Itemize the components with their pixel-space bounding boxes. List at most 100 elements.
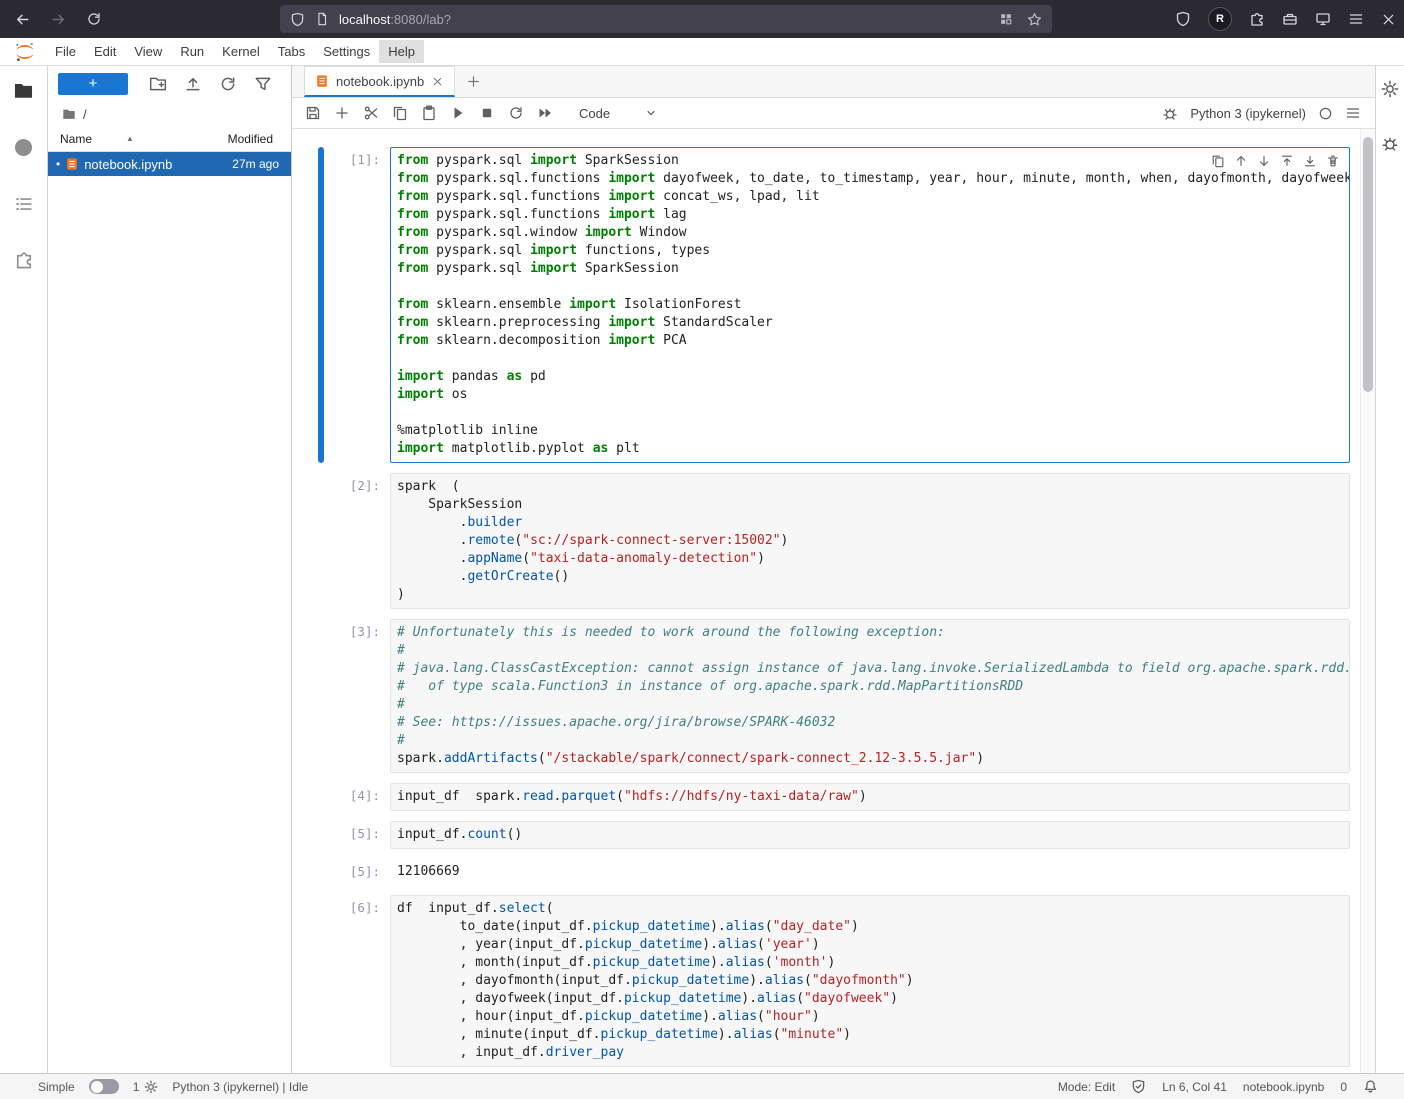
close-icon[interactable] bbox=[1381, 12, 1396, 27]
table-of-contents-icon[interactable] bbox=[14, 194, 34, 219]
notebook-file-icon bbox=[65, 157, 79, 171]
browser-toolbar: localhost:8080/lab? R bbox=[0, 0, 1404, 38]
kernel-status-text[interactable]: Python 3 (ipykernel) | Idle bbox=[172, 1080, 308, 1094]
cell-editor[interactable]: input_df spark.read.parquet("hdfs://hdfs… bbox=[390, 783, 1350, 811]
monitor-icon[interactable] bbox=[1315, 11, 1331, 27]
filter-icon[interactable] bbox=[254, 75, 272, 93]
run-icon[interactable] bbox=[443, 100, 472, 126]
code-cell: [4]:input_df spark.read.parquet("hdfs://… bbox=[318, 783, 1350, 811]
output-cell: [5]:12106669 bbox=[318, 859, 1350, 885]
menu-view[interactable]: View bbox=[125, 40, 171, 63]
breadcrumb[interactable]: / bbox=[83, 107, 87, 122]
new-tab-icon[interactable] bbox=[459, 66, 487, 97]
simple-mode-toggle[interactable] bbox=[89, 1079, 119, 1094]
menu-icon[interactable] bbox=[1348, 11, 1364, 27]
debugger-sidebar-bug-icon[interactable] bbox=[1381, 134, 1399, 157]
menu-settings[interactable]: Settings bbox=[314, 40, 379, 63]
cell-editor[interactable]: input_df.count() bbox=[390, 821, 1350, 849]
output-prompt: [5]: bbox=[334, 859, 390, 885]
extension-manager-icon[interactable] bbox=[14, 250, 34, 275]
new-launcher-button[interactable]: + bbox=[58, 73, 128, 95]
property-inspector-gear-icon[interactable] bbox=[1381, 80, 1399, 103]
extensions-puzzle-icon[interactable] bbox=[1249, 11, 1265, 27]
kernel-name[interactable]: Python 3 (ipykernel) bbox=[1190, 106, 1306, 121]
paste-icon[interactable] bbox=[414, 100, 443, 126]
cell-collapser[interactable] bbox=[318, 619, 324, 773]
duplicate-cell-icon[interactable] bbox=[1208, 151, 1228, 171]
command-mode-indicator: Mode: Edit bbox=[1058, 1080, 1115, 1094]
restart-kernel-icon[interactable] bbox=[501, 100, 530, 126]
file-browser-tab-icon[interactable] bbox=[13, 80, 34, 106]
menu-help[interactable]: Help bbox=[379, 40, 424, 63]
cell-editor[interactable]: spark ( SparkSession .builder .remote("s… bbox=[390, 473, 1350, 609]
move-cell-down-icon[interactable] bbox=[1254, 151, 1274, 171]
grid-icon[interactable] bbox=[999, 12, 1013, 26]
menu-tabs[interactable]: Tabs bbox=[269, 40, 314, 63]
copy-icon[interactable] bbox=[385, 100, 414, 126]
bookmark-star-icon[interactable] bbox=[1027, 12, 1042, 27]
tab-close-icon[interactable] bbox=[431, 75, 444, 88]
menu-file[interactable]: File bbox=[46, 40, 85, 63]
delete-cell-icon[interactable] bbox=[1323, 151, 1343, 171]
stop-icon[interactable] bbox=[472, 100, 501, 126]
address-bar[interactable]: localhost:8080/lab? bbox=[280, 5, 1052, 33]
toolbox-icon[interactable] bbox=[1282, 11, 1298, 27]
notebook-toolbar: Code Python 3 (ipykernel) bbox=[292, 98, 1375, 129]
cell-collapser[interactable] bbox=[318, 783, 324, 811]
cell-editor[interactable]: df input_df.select( to_date(input_df.pic… bbox=[390, 895, 1350, 1067]
save-icon[interactable] bbox=[298, 100, 327, 126]
panel-menu-icon[interactable] bbox=[1345, 105, 1361, 121]
menu-run[interactable]: Run bbox=[171, 40, 213, 63]
cut-icon[interactable] bbox=[356, 100, 385, 126]
bell-icon[interactable] bbox=[1363, 1079, 1378, 1094]
code-cell: [3]:# Unfortunately this is needed to wo… bbox=[318, 619, 1350, 773]
column-header-modified[interactable]: Modified bbox=[228, 132, 279, 146]
insert-cell-above-icon[interactable] bbox=[1277, 151, 1297, 171]
refresh-icon[interactable] bbox=[219, 75, 237, 93]
reload-icon[interactable] bbox=[84, 9, 104, 29]
input-prompt: [3]: bbox=[334, 619, 390, 773]
cell-type-dropdown[interactable]: Code bbox=[573, 101, 663, 125]
column-header-name[interactable]: Name bbox=[60, 132, 92, 146]
sort-caret-icon: ▲ bbox=[126, 134, 134, 143]
right-sidebar-strip bbox=[1375, 66, 1404, 1073]
forward-icon[interactable] bbox=[48, 9, 68, 29]
dock-tabbar: notebook.ipynb bbox=[292, 66, 1375, 98]
cell-toolbar bbox=[1208, 151, 1343, 171]
cell-collapser[interactable] bbox=[318, 895, 324, 1067]
upload-icon[interactable] bbox=[184, 75, 202, 93]
cell-collapser[interactable] bbox=[318, 473, 324, 609]
jupyter-logo-icon bbox=[14, 41, 36, 63]
trust-shield-icon[interactable] bbox=[1131, 1079, 1146, 1094]
cursor-position[interactable]: Ln 6, Col 41 bbox=[1162, 1080, 1227, 1094]
move-cell-up-icon[interactable] bbox=[1231, 151, 1251, 171]
debugger-bug-icon[interactable] bbox=[1162, 105, 1178, 121]
shield-icon[interactable] bbox=[1175, 11, 1191, 27]
input-prompt: [2]: bbox=[334, 473, 390, 609]
back-icon[interactable] bbox=[12, 9, 32, 29]
cell-collapser[interactable] bbox=[318, 147, 324, 463]
running-kernels-icon[interactable] bbox=[13, 137, 34, 163]
notebook-scrollbar[interactable] bbox=[1360, 129, 1375, 1073]
kernel-sessions-icon[interactable] bbox=[144, 1080, 158, 1094]
cell-editor[interactable]: # Unfortunately this is needed to work a… bbox=[390, 619, 1350, 773]
root-folder-icon[interactable] bbox=[62, 107, 76, 121]
tab-notebook[interactable]: notebook.ipynb bbox=[304, 66, 455, 97]
new-folder-icon[interactable] bbox=[149, 75, 167, 93]
insert-cell-below-icon[interactable] bbox=[1300, 151, 1320, 171]
menu-edit[interactable]: Edit bbox=[85, 40, 125, 63]
file-list-item[interactable]: • notebook.ipynb 27m ago bbox=[48, 152, 291, 176]
file-name: notebook.ipynb bbox=[84, 157, 172, 172]
cell-collapser[interactable] bbox=[318, 821, 324, 849]
cell-collapser[interactable] bbox=[318, 859, 324, 885]
scrollbar-thumb[interactable] bbox=[1363, 137, 1373, 392]
run-all-icon[interactable] bbox=[530, 100, 559, 126]
url-text: localhost:8080/lab? bbox=[339, 12, 451, 27]
cell-editor[interactable]: from pyspark.sql import SparkSession fro… bbox=[390, 147, 1350, 463]
page-info-icon[interactable] bbox=[315, 12, 329, 26]
insert-cell-icon[interactable] bbox=[327, 100, 356, 126]
file-browser-panel: + / Name ▲ Modified • notebook.ipynb bbox=[48, 66, 292, 1073]
tracking-shield-icon[interactable] bbox=[290, 12, 305, 27]
account-avatar[interactable]: R bbox=[1208, 7, 1232, 31]
menu-kernel[interactable]: Kernel bbox=[213, 40, 269, 63]
